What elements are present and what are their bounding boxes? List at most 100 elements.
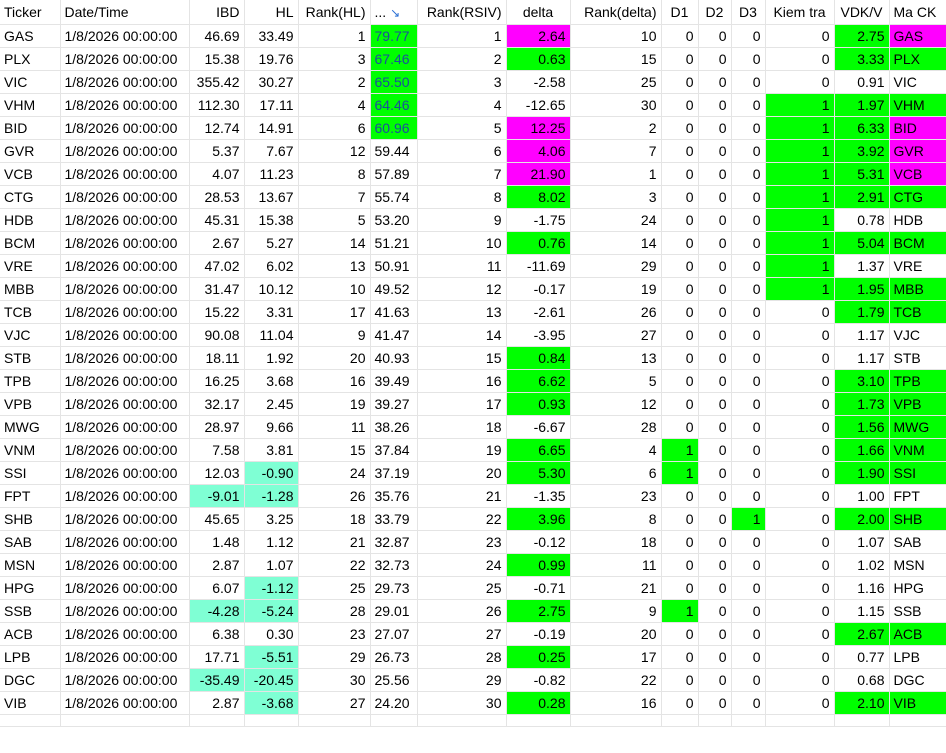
- cell-hl[interactable]: 33.49: [244, 24, 299, 48]
- cell-kiem-tra[interactable]: 0: [765, 599, 835, 623]
- cell-delta[interactable]: 0.63: [506, 47, 571, 71]
- cell-ticker[interactable]: SAB: [0, 530, 61, 554]
- cell-ticker[interactable]: MBB: [0, 277, 61, 301]
- cell-hl[interactable]: 19.76: [244, 47, 299, 71]
- cell-ma-ck[interactable]: FPT: [889, 484, 946, 508]
- cell-d3[interactable]: 0: [731, 162, 766, 186]
- cell-datetime[interactable]: 1/8/2026 00:00:00: [60, 24, 190, 48]
- cell-d3[interactable]: 0: [731, 530, 766, 554]
- cell-d3[interactable]: 0: [731, 645, 766, 669]
- cell-delta[interactable]: 0.28: [506, 691, 571, 715]
- cell-vdk-v[interactable]: 6.33: [834, 116, 890, 140]
- cell-rank-rsiv[interactable]: 5: [417, 116, 507, 140]
- column-header-rank-rsiv[interactable]: Rank(RSIV): [417, 0, 507, 25]
- cell-ticker[interactable]: SSB: [0, 599, 61, 623]
- cell-vdk-v[interactable]: 2.00: [834, 507, 890, 531]
- cell-d2[interactable]: 0: [698, 691, 732, 715]
- cell-d1[interactable]: 0: [661, 185, 699, 209]
- cell-rank-delta[interactable]: 28: [570, 415, 662, 439]
- cell-d3[interactable]: 0: [731, 668, 766, 692]
- cell-kiem-tra[interactable]: 1: [765, 162, 835, 186]
- table-row[interactable]: ACB 1/8/2026 00:00:00 6.38 0.30 23 27.07 27 -0.…: [0, 622, 946, 646]
- cell-ticker[interactable]: LPB: [0, 645, 61, 669]
- cell-ma-ck[interactable]: HPG: [889, 576, 946, 600]
- column-header-rank-hl[interactable]: Rank(HL): [298, 0, 371, 25]
- cell-d2[interactable]: 0: [698, 116, 732, 140]
- cell-rs[interactable]: 37.84: [370, 438, 418, 462]
- cell-hl[interactable]: 1.12: [244, 530, 299, 554]
- cell-d2[interactable]: 0: [698, 484, 732, 508]
- cell-d1[interactable]: 0: [661, 231, 699, 255]
- cell-rs[interactable]: 33.79: [370, 507, 418, 531]
- cell-vdk-v[interactable]: 1.16: [834, 576, 890, 600]
- cell-rank-hl[interactable]: 9: [298, 323, 371, 347]
- cell-delta[interactable]: 0.93: [506, 392, 571, 416]
- cell-d1[interactable]: 0: [661, 484, 699, 508]
- table-row[interactable]: VCB 1/8/2026 00:00:00 4.07 11.23 8 57.89 7 21.9…: [0, 162, 946, 186]
- cell-ibd[interactable]: 17.71: [189, 645, 245, 669]
- cell-datetime[interactable]: 1/8/2026 00:00:00: [60, 691, 190, 715]
- cell-ibd[interactable]: 18.11: [189, 346, 245, 370]
- cell-datetime[interactable]: 1/8/2026 00:00:00: [60, 530, 190, 554]
- cell-ma-ck[interactable]: BCM: [889, 231, 946, 255]
- cell-d2[interactable]: 0: [698, 70, 732, 94]
- cell-rank-hl[interactable]: 23: [298, 622, 371, 646]
- cell-ma-ck[interactable]: VPB: [889, 392, 946, 416]
- cell-d1[interactable]: 0: [661, 70, 699, 94]
- cell-ibd[interactable]: 15.22: [189, 300, 245, 324]
- cell-d1[interactable]: 0: [661, 139, 699, 163]
- cell-rank-hl[interactable]: 28: [298, 599, 371, 623]
- cell-delta[interactable]: -1.35: [506, 484, 571, 508]
- table-row[interactable]: SSI 1/8/2026 00:00:00 12.03 -0.90 24 37.19 20 5…: [0, 461, 946, 485]
- cell-datetime[interactable]: 1/8/2026 00:00:00: [60, 116, 190, 140]
- column-header-vdk-v[interactable]: VDK/V: [834, 0, 890, 25]
- cell-hl[interactable]: 3.25: [244, 507, 299, 531]
- cell-rs[interactable]: 39.27: [370, 392, 418, 416]
- column-header-rank-delta[interactable]: Rank(delta): [570, 0, 662, 25]
- cell-ibd[interactable]: 112.30: [189, 93, 245, 117]
- cell-rank-rsiv[interactable]: 19: [417, 438, 507, 462]
- cell-d1[interactable]: 0: [661, 576, 699, 600]
- cell-kiem-tra[interactable]: 0: [765, 645, 835, 669]
- cell-rank-hl[interactable]: 7: [298, 185, 371, 209]
- cell-ticker[interactable]: HPG: [0, 576, 61, 600]
- column-header-kiem-tra[interactable]: Kiem tra: [765, 0, 835, 25]
- sort-descending-icon[interactable]: ↘: [390, 6, 400, 20]
- cell-ma-ck[interactable]: SSI: [889, 461, 946, 485]
- cell-d3[interactable]: 0: [731, 93, 766, 117]
- cell-rank-delta[interactable]: 10: [570, 24, 662, 48]
- cell-d2[interactable]: 0: [698, 346, 732, 370]
- cell-hl[interactable]: -5.51: [244, 645, 299, 669]
- cell-rank-rsiv[interactable]: 24: [417, 553, 507, 577]
- table-row[interactable]: HDB 1/8/2026 00:00:00 45.31 15.38 5 53.20 9 -1.…: [0, 208, 946, 232]
- cell-d2[interactable]: 0: [698, 277, 732, 301]
- cell-vdk-v[interactable]: 1.00: [834, 484, 890, 508]
- cell-datetime[interactable]: 1/8/2026 00:00:00: [60, 576, 190, 600]
- cell-rank-hl[interactable]: 1: [298, 24, 371, 48]
- column-header-delta[interactable]: delta: [506, 0, 571, 25]
- cell-rs[interactable]: 60.96: [370, 116, 418, 140]
- cell-d2[interactable]: 0: [698, 93, 732, 117]
- cell-ibd[interactable]: 2.87: [189, 553, 245, 577]
- table-row[interactable]: TPB 1/8/2026 00:00:00 16.25 3.68 16 39.49 16 6.…: [0, 369, 946, 393]
- cell-datetime[interactable]: 1/8/2026 00:00:00: [60, 415, 190, 439]
- cell-rank-rsiv[interactable]: 26: [417, 599, 507, 623]
- cell-d3[interactable]: 0: [731, 277, 766, 301]
- cell-delta[interactable]: 6.65: [506, 438, 571, 462]
- cell-datetime[interactable]: 1/8/2026 00:00:00: [60, 484, 190, 508]
- cell-hl[interactable]: 10.12: [244, 277, 299, 301]
- cell-d1[interactable]: 0: [661, 645, 699, 669]
- cell-d2[interactable]: 0: [698, 369, 732, 393]
- cell-ticker[interactable]: VIC: [0, 70, 61, 94]
- column-header-d1[interactable]: D1: [661, 0, 699, 25]
- cell-delta[interactable]: -1.75: [506, 208, 571, 232]
- cell-kiem-tra[interactable]: 0: [765, 484, 835, 508]
- cell-kiem-tra[interactable]: 1: [765, 208, 835, 232]
- cell-rank-rsiv[interactable]: 2: [417, 47, 507, 71]
- cell-d3[interactable]: 0: [731, 139, 766, 163]
- cell-delta[interactable]: 2.75: [506, 599, 571, 623]
- cell-d3[interactable]: 0: [731, 70, 766, 94]
- table-row[interactable]: VIC 1/8/2026 00:00:00 355.42 30.27 2 65.50 3 -2…: [0, 70, 946, 94]
- cell-d2[interactable]: 0: [698, 507, 732, 531]
- cell-delta[interactable]: 21.90: [506, 162, 571, 186]
